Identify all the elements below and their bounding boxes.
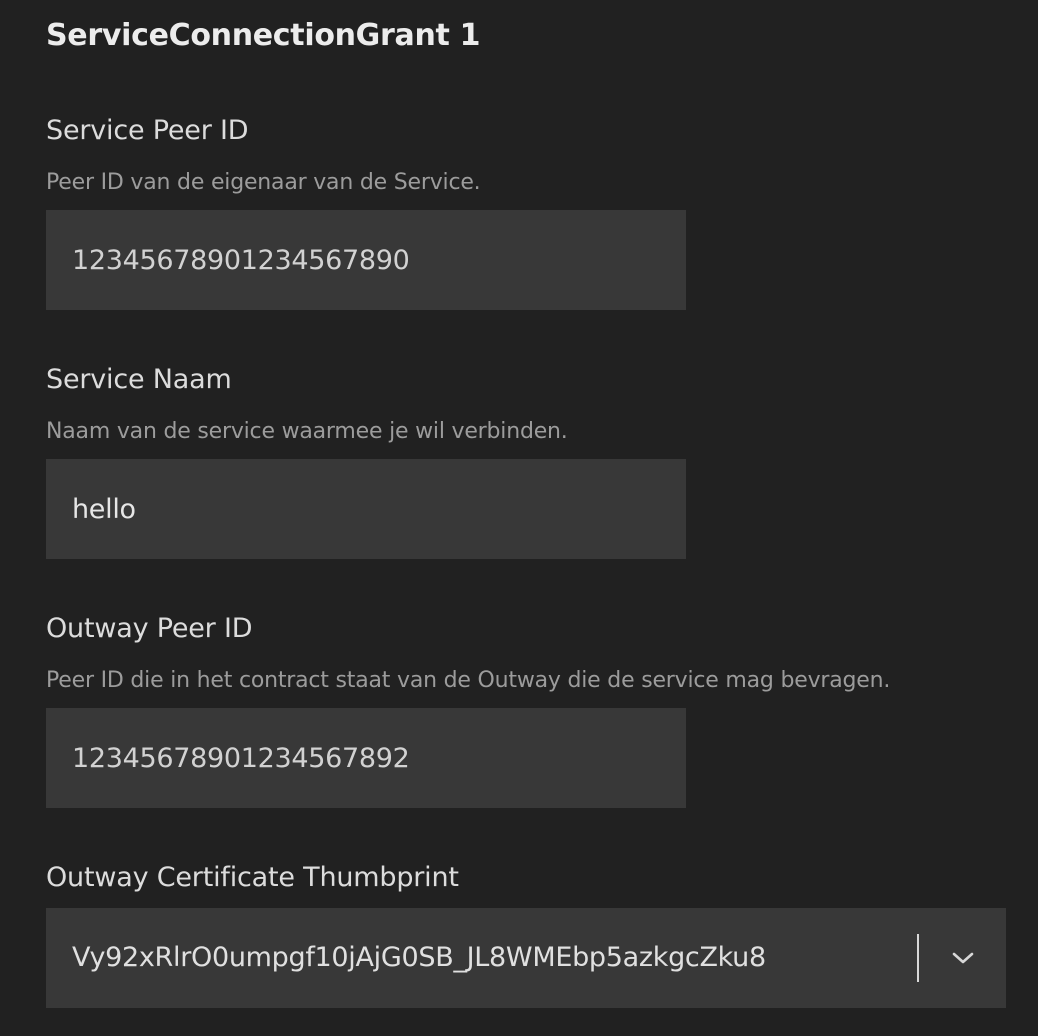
grant-title: ServiceConnectionGrant 1 bbox=[46, 18, 481, 53]
outway-cert-thumbprint-label: Outway Certificate Thumbprint bbox=[46, 862, 459, 893]
outway-peer-id-hint: Peer ID die in het contract staat van de… bbox=[46, 668, 891, 693]
service-name-label: Service Naam bbox=[46, 364, 232, 395]
service-peer-id-input[interactable] bbox=[46, 210, 686, 310]
service-name-input[interactable] bbox=[46, 459, 686, 559]
service-peer-id-label: Service Peer ID bbox=[46, 115, 249, 146]
service-name-hint: Naam van de service waarmee je wil verbi… bbox=[46, 419, 568, 444]
select-selected-value: Vy92xRlrO0umpgf10jAjG0SB_JL8WMEbp5azkgcZ… bbox=[72, 942, 766, 973]
chevron-down-icon[interactable] bbox=[919, 908, 1006, 1008]
outway-cert-thumbprint-select[interactable]: Vy92xRlrO0umpgf10jAjG0SB_JL8WMEbp5azkgcZ… bbox=[46, 908, 1006, 1008]
outway-peer-id-label: Outway Peer ID bbox=[46, 613, 253, 644]
outway-peer-id-input[interactable] bbox=[46, 708, 686, 808]
service-peer-id-hint: Peer ID van de eigenaar van de Service. bbox=[46, 170, 481, 195]
